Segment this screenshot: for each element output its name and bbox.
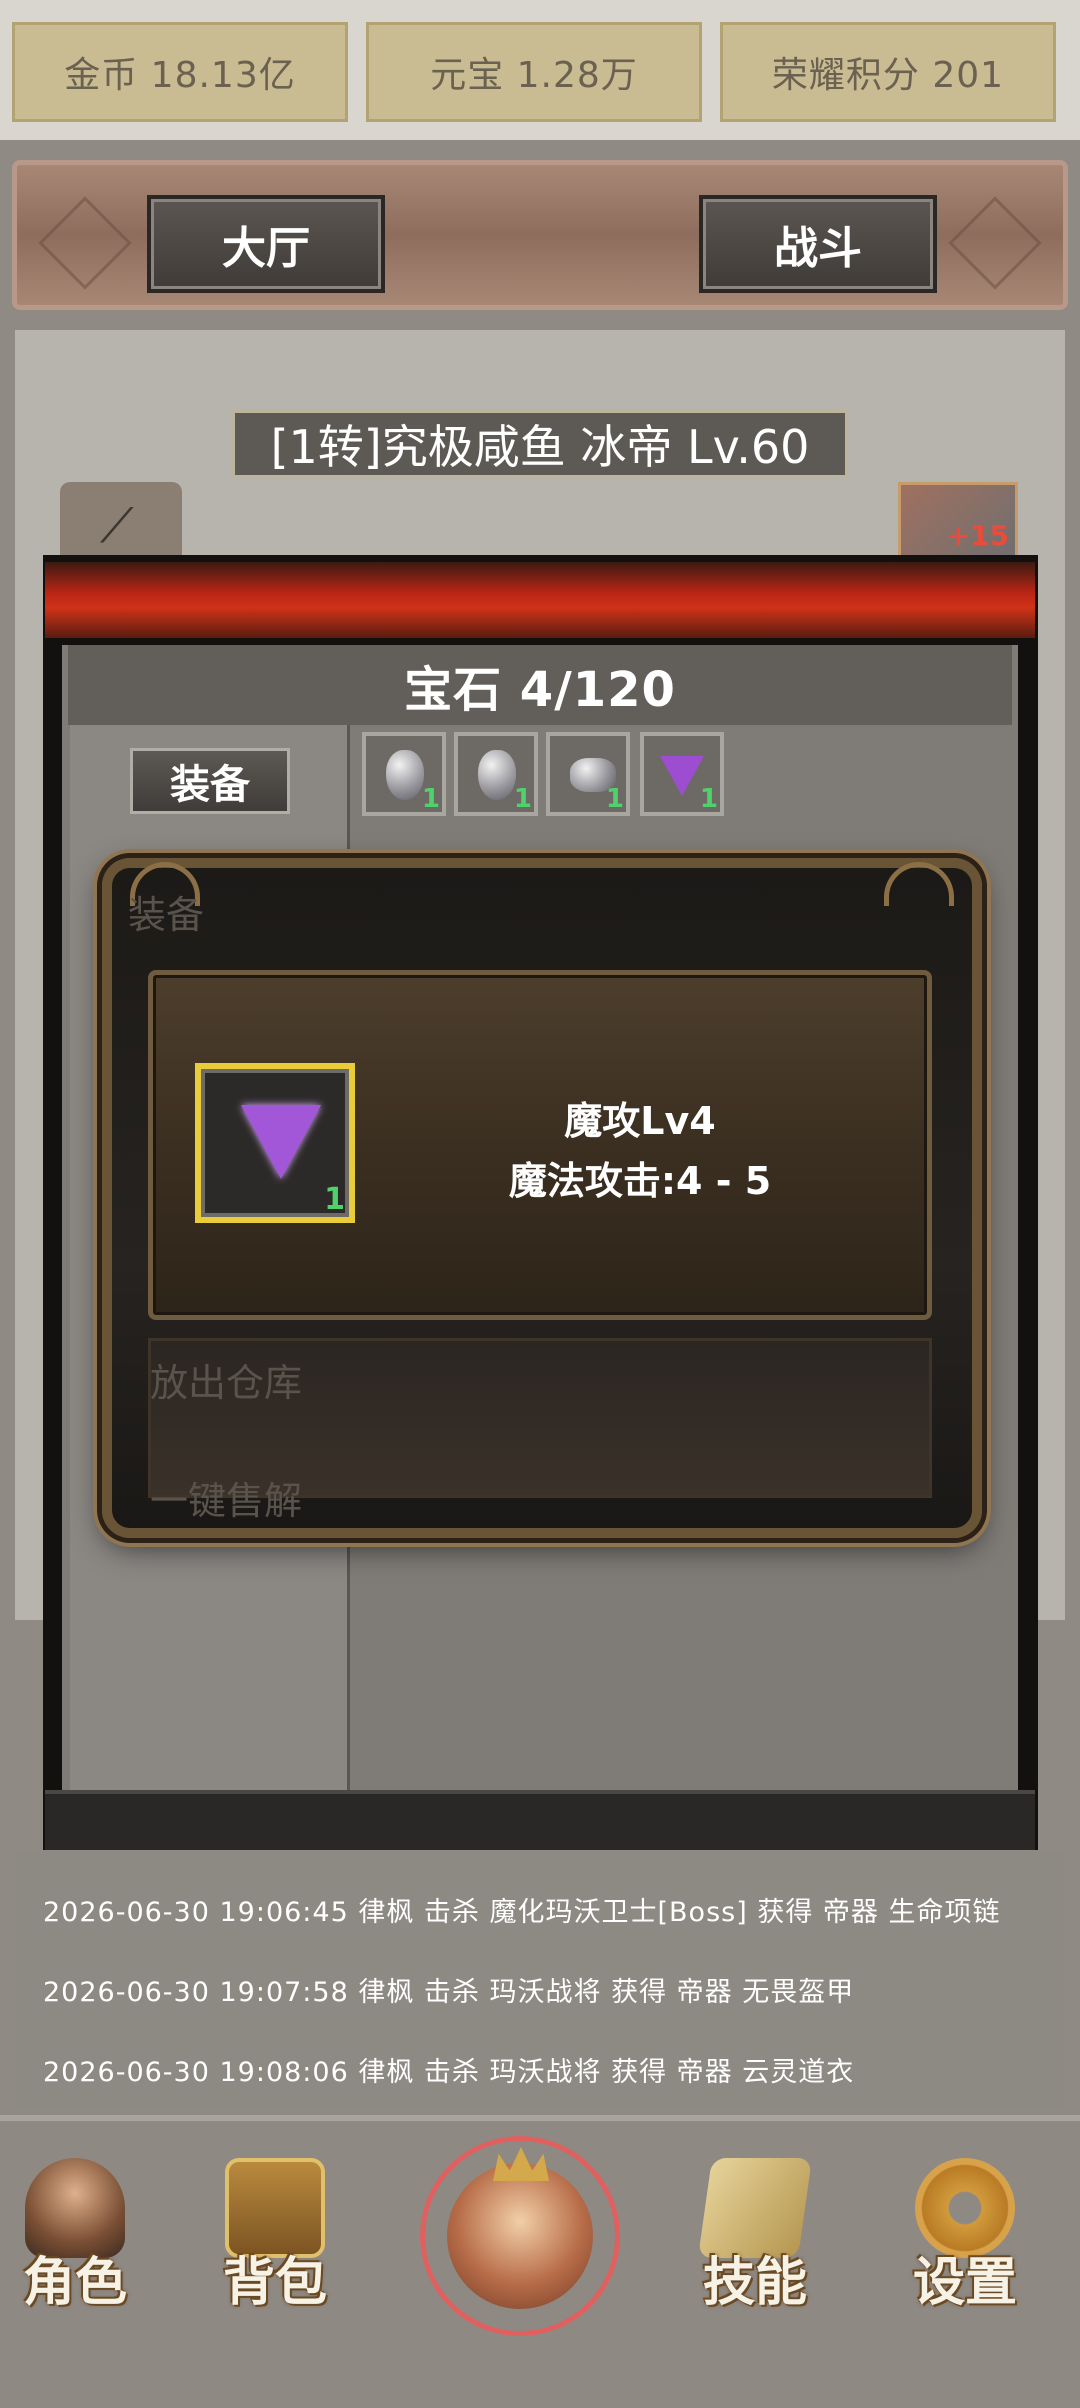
honor-points-display: 荣耀积分 201 [720,22,1056,122]
gem-window-title: 宝石 4/120 [68,645,1012,725]
enhance-level-badge: +15 [946,519,1009,552]
purple-gem-icon [241,1105,321,1179]
heroine-avatar-icon [447,2163,593,2309]
gem-attribute: 魔法攻击:4 - 5 [508,1159,772,1203]
log-entry: 2026-06-30 19:06:45 律枫 击杀 魔化玛沃卫士[Boss] 获… [43,1897,1001,1928]
battle-log: 2026-06-30 19:06:45 律枫 击杀 魔化玛沃卫士[Boss] 获… [15,1850,1065,2110]
equip-category-button[interactable]: 装备 [130,748,290,814]
move-to-storage-button[interactable]: 放出仓库 [150,1352,302,1407]
crown-icon [493,2147,549,2181]
yuanbao-display: 元宝 1.28万 [366,22,702,122]
gem-window-footer [45,1790,1035,1850]
gem-slot-4[interactable]: 1 [640,732,724,816]
scene-banner: 大厅 战斗 [12,160,1068,310]
gem-count: 1 [699,784,718,814]
selected-gem-slot: 1 [195,1063,355,1223]
nav-skills-label: 技能 [702,2253,807,2313]
gem-slot-1[interactable]: 1 [362,732,446,816]
gem-count: 1 [605,784,624,814]
battle-button[interactable]: 战斗 [699,195,937,293]
nav-character-label: 角色 [22,2253,127,2313]
currency-bar: 金币 18.13亿 元宝 1.28万 荣耀积分 201 [0,0,1080,140]
nav-settings-label: 设置 [912,2253,1017,2313]
lobby-button[interactable]: 大厅 [147,195,385,293]
gem-slot-3[interactable]: 1 [546,732,630,816]
equipped-item-thumbnail[interactable]: +15 [898,482,1018,564]
gem-count: 1 [513,784,532,814]
nav-settings[interactable]: 设置 [890,2150,1040,2320]
gem-window-header-bar [45,562,1035,638]
dialog-ghost-label: 装备 [128,893,205,937]
gem-count: 1 [324,1182,345,1217]
nav-character[interactable]: 角色 [0,2150,150,2320]
gem-count: 1 [421,784,440,814]
nav-backpack[interactable]: 背包 [200,2150,350,2320]
log-entry: 2026-06-30 19:07:58 律枫 击杀 玛沃战将 获得 帝器 无畏盔… [43,1977,855,2008]
bulk-sell-button[interactable]: 一键售解 [150,1470,302,1525]
nav-backpack-label: 背包 [222,2253,327,2313]
character-title: [1转]究极咸鱼 冰帝 Lv.60 [232,410,848,478]
frame-ornament [884,862,954,906]
nav-skills[interactable]: 技能 [680,2150,830,2320]
silver-gem-icon [386,750,424,800]
purple-gem-icon [660,756,704,796]
hero-portrait-button[interactable] [420,2136,620,2336]
log-entry: 2026-06-30 19:08:06 律枫 击杀 玛沃战将 获得 帝器 云灵道… [43,2057,855,2088]
silver-gem-icon [478,750,516,800]
gem-slot-2[interactable]: 1 [454,732,538,816]
gold-coins-display: 金币 18.13亿 [12,22,348,122]
gem-name: 魔攻Lv4 [564,1099,716,1143]
sword-icon: ⟋ [100,498,134,554]
